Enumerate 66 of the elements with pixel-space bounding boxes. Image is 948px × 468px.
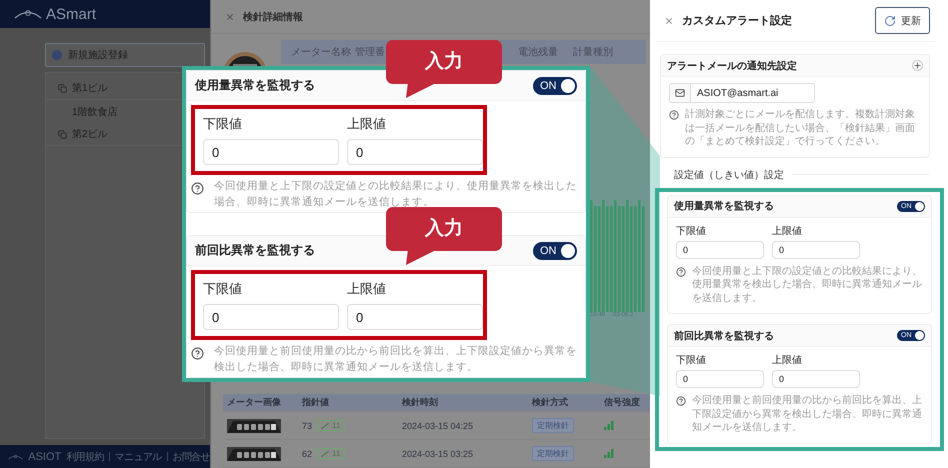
help-text: 今回使用量と上下限の設定値との比較結果により、使用量異常を検出した場合、即時に異常通知メールを送信します。 xyxy=(692,264,923,305)
help-icon xyxy=(191,347,204,360)
delta-badge: 11 xyxy=(316,420,346,431)
method-badge: 定期検針 xyxy=(532,446,574,461)
help-text: 計測対象ごとにメールを配信します。複数計測対象は一括メールを配信したい場合、「検針結果」画面の「まとめて検針設定」で行ってください。 xyxy=(685,108,916,148)
help-icon xyxy=(669,110,679,120)
monitor-toggle[interactable]: ON xyxy=(533,76,577,94)
drawer-title: 検針詳細情報 xyxy=(243,10,303,24)
column-header: メーター名称 xyxy=(290,46,352,59)
upper-limit-label: 上限値 xyxy=(347,115,387,133)
upper-limit-label: 上限値 xyxy=(347,280,387,298)
section-heading: 設定値（しきい値）設定 xyxy=(673,168,784,182)
help-text: 今回使用量と前回使用量の比から前回比を算出、上下限設定値から異常を検出した場合、即時に異常通知メールを送信します。 xyxy=(692,394,923,434)
method-badge: 定期検針 xyxy=(532,418,574,433)
column-header: 信号強度 xyxy=(604,396,641,409)
monitor-title: 使用量異常を監視する xyxy=(195,77,315,94)
lower-limit-field[interactable]: 0 xyxy=(676,370,764,388)
lower-limit-field[interactable]: 0 xyxy=(203,304,339,330)
lower-limit-field[interactable]: 0 xyxy=(203,139,339,165)
lower-limit-label: 下限値 xyxy=(676,354,707,367)
lower-limit-label: 下限値 xyxy=(203,115,243,133)
column-header: 指針値 xyxy=(302,396,330,409)
column-header: 検針方式 xyxy=(532,396,569,409)
upper-limit-field[interactable]: 0 xyxy=(772,370,860,388)
section-title: アラートメールの通知先設定 xyxy=(667,59,797,72)
column-header: 検針時刻 xyxy=(402,396,439,409)
monitor-title: 前回比異常を監視する xyxy=(195,242,315,259)
help-icon xyxy=(191,182,204,195)
time-cell-text: 2024-03-15 03:25 xyxy=(402,448,474,458)
refresh-button[interactable]: 更新 xyxy=(875,7,930,34)
upper-limit-field[interactable]: 0 xyxy=(347,304,483,330)
help-icon xyxy=(676,396,686,406)
signal-icon xyxy=(604,421,614,430)
mail-icon xyxy=(669,83,691,103)
delta-badge: 11 xyxy=(316,448,346,459)
app-logo: ASmart xyxy=(46,6,96,22)
upper-limit-field[interactable]: 0 xyxy=(772,240,860,258)
email-field[interactable]: ASIOT@asmart.ai xyxy=(691,83,815,103)
refresh-icon xyxy=(884,14,896,26)
time-cell-text: 2024-03-15 04:25 xyxy=(402,420,474,430)
reading-cell: 73 11 xyxy=(302,420,402,431)
monitor-title: 使用量異常を監視する xyxy=(674,200,774,213)
column-header: メーター画像 xyxy=(227,396,282,409)
lower-limit-label: 下限値 xyxy=(676,224,707,238)
reading-cell: 62 11 xyxy=(302,448,402,459)
close-icon[interactable] xyxy=(664,16,674,26)
lower-limit-field[interactable]: 0 xyxy=(676,240,764,258)
footer-logo: ASIOT xyxy=(28,450,62,462)
monitor-toggle[interactable]: ON xyxy=(533,242,577,260)
add-icon[interactable] xyxy=(912,60,923,71)
logo-icon xyxy=(8,452,24,460)
signal-icon xyxy=(604,449,614,458)
help-text: 今回使用量と上下限の設定値との比較結果により、使用量異常を検出した場合、即時に異常通知メールを送信します。 xyxy=(214,179,578,210)
close-icon[interactable] xyxy=(225,12,235,22)
column-header: 管理番 xyxy=(354,46,386,59)
upper-limit-field[interactable]: 0 xyxy=(347,139,483,165)
column-header: 電池残量 xyxy=(518,46,559,59)
help-icon xyxy=(676,266,686,276)
upper-limit-label: 上限値 xyxy=(772,224,803,238)
lower-limit-label: 下限値 xyxy=(203,280,243,298)
logo-icon xyxy=(14,9,42,19)
upper-limit-label: 上限値 xyxy=(772,354,803,367)
help-text: 今回使用量と前回使用量の比から前回比を算出、上下限設定値から異常を検出した場合、即時に異常通知メールを送信します。 xyxy=(214,344,578,375)
panel-title: カスタムアラート設定 xyxy=(682,14,793,28)
column-header: 計量種別 xyxy=(573,46,614,59)
monitor-title: 前回比異常を監視する xyxy=(674,330,774,342)
